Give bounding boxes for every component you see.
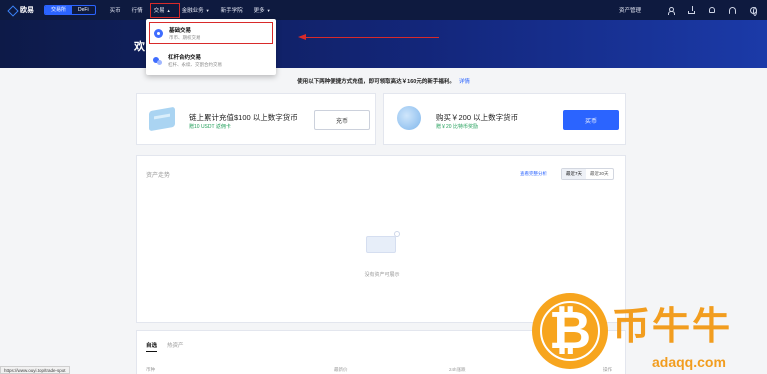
promo-details-link[interactable]: 详情 <box>459 79 470 85</box>
bell-icon[interactable] <box>709 7 715 13</box>
segment-defi[interactable]: DeFi <box>72 6 95 14</box>
main-menu: 买币 行情 交易 ▲ 金融业务 ▼ 新手学院 更多 ▼ <box>110 0 282 20</box>
card-title: 购买￥200 以上数字货币 <box>436 113 519 122</box>
basic-trade-icon <box>154 28 163 38</box>
panel-title: 资产走势 <box>146 173 171 179</box>
deposit-card: 链上累计充值$100 以上数字货币 赠10 USDT 返佣卡 充币 <box>136 93 376 145</box>
nav-item-trade[interactable]: 交易 ▲ <box>149 0 180 20</box>
brand-logo[interactable]: 欧易 <box>8 5 34 15</box>
card-reward: 赠10 USDT 返佣卡 <box>189 124 231 130</box>
top-nav: 欧易 交易所 DeFi 买币 行情 交易 ▲ 金融业务 ▼ 新手学院 更多 ▼ … <box>0 0 767 20</box>
coin-illustration <box>397 106 421 130</box>
dropdown-item-subtitle: 币币、期权交易 <box>169 34 201 40</box>
empty-state-text: 没有资产可展示 <box>364 272 400 278</box>
status-bar-url: https://www.ouyi.top/trade-spot <box>0 366 70 374</box>
nav-item-academy[interactable]: 新手学院 <box>221 0 243 20</box>
card-reward: 赠￥20 比特币奖励 <box>436 124 478 130</box>
watermark-text: 币牛牛 <box>612 306 733 348</box>
globe-icon[interactable] <box>750 6 757 16</box>
chevron-down-icon: ▼ <box>205 7 210 13</box>
wallet-illustration <box>149 106 175 132</box>
dropdown-item-title: 杠杆合约交易 <box>168 54 202 61</box>
full-analysis-link[interactable]: 查看完整分析 <box>520 171 547 177</box>
bitcoin-watermark-logo: ₿ <box>532 293 608 369</box>
deposit-button[interactable]: 充币 <box>314 110 370 130</box>
column-header: 币种 <box>146 367 155 372</box>
highlight-box <box>149 3 180 18</box>
annotation-arrow <box>304 36 439 38</box>
card-title: 链上累计充值$100 以上数字货币 <box>189 113 298 122</box>
watchlist-tabs: 自选 热资产 <box>146 341 194 352</box>
column-header: 24h涨跌 <box>449 367 466 372</box>
exchange-defi-switch[interactable]: 交易所 DeFi <box>44 5 96 15</box>
tab-30-days[interactable]: 最近30天 <box>586 169 613 179</box>
dropdown-item-title: 基础交易 <box>169 27 192 34</box>
asset-management-menu[interactable]: 资产管理 <box>619 6 641 14</box>
download-icon[interactable] <box>688 5 695 14</box>
user-icon[interactable] <box>667 6 675 15</box>
contract-trade-icon <box>153 56 162 65</box>
dropdown-item-margin-contract[interactable]: 杠杆合约交易 杠杆、永续、交割合约交易 <box>149 49 273 71</box>
headset-icon[interactable] <box>729 6 736 14</box>
promo-banner: 使用以下两种便捷方式充值，即可领取高达￥160元的新手福利。 详情 <box>0 77 767 85</box>
trade-dropdown: 基础交易 币币、期权交易 杠杆合约交易 杠杆、永续、交割合约交易 <box>146 19 276 75</box>
buy-crypto-button[interactable]: 买币 <box>563 110 619 130</box>
empty-state-icon <box>366 231 400 253</box>
dropdown-item-subtitle: 杠杆、永续、交割合约交易 <box>168 61 222 67</box>
watermark-url: adaqq.com <box>652 354 726 370</box>
buy-card: 购买￥200 以上数字货币 赠￥20 比特币奖励 买币 <box>383 93 626 145</box>
chevron-down-icon: ▼ <box>266 7 271 13</box>
tab-hot-assets[interactable]: 热资产 <box>167 341 184 352</box>
hero-banner: 欢 <box>0 20 767 68</box>
hero-title: 欢 <box>134 41 145 53</box>
nav-right: 资产管理 <box>619 0 767 20</box>
arrow-left-icon <box>298 33 306 40</box>
tab-7-days[interactable]: 最近7天 <box>562 169 587 179</box>
dropdown-item-basic-trading[interactable]: 基础交易 币币、期权交易 <box>149 22 273 44</box>
nav-item-buy[interactable]: 买币 <box>110 0 121 20</box>
column-header: 操作 <box>603 367 612 372</box>
nav-item-markets[interactable]: 行情 <box>132 0 143 20</box>
brand-name: 欧易 <box>20 7 34 14</box>
nav-item-more[interactable]: 更多 ▼ <box>254 0 271 20</box>
nav-item-finance[interactable]: 金融业务 ▼ <box>182 0 210 20</box>
column-header: 最新价 <box>334 367 348 372</box>
range-tabs: 最近7天 最近30天 <box>561 168 614 180</box>
segment-exchange[interactable]: 交易所 <box>45 6 73 14</box>
bitcoin-icon: ₿ <box>548 301 592 361</box>
logo-icon <box>8 6 17 15</box>
promo-text: 使用以下两种便捷方式充值，即可领取高达￥160元的新手福利。 <box>297 79 455 85</box>
tab-favorites[interactable]: 自选 <box>146 341 158 352</box>
